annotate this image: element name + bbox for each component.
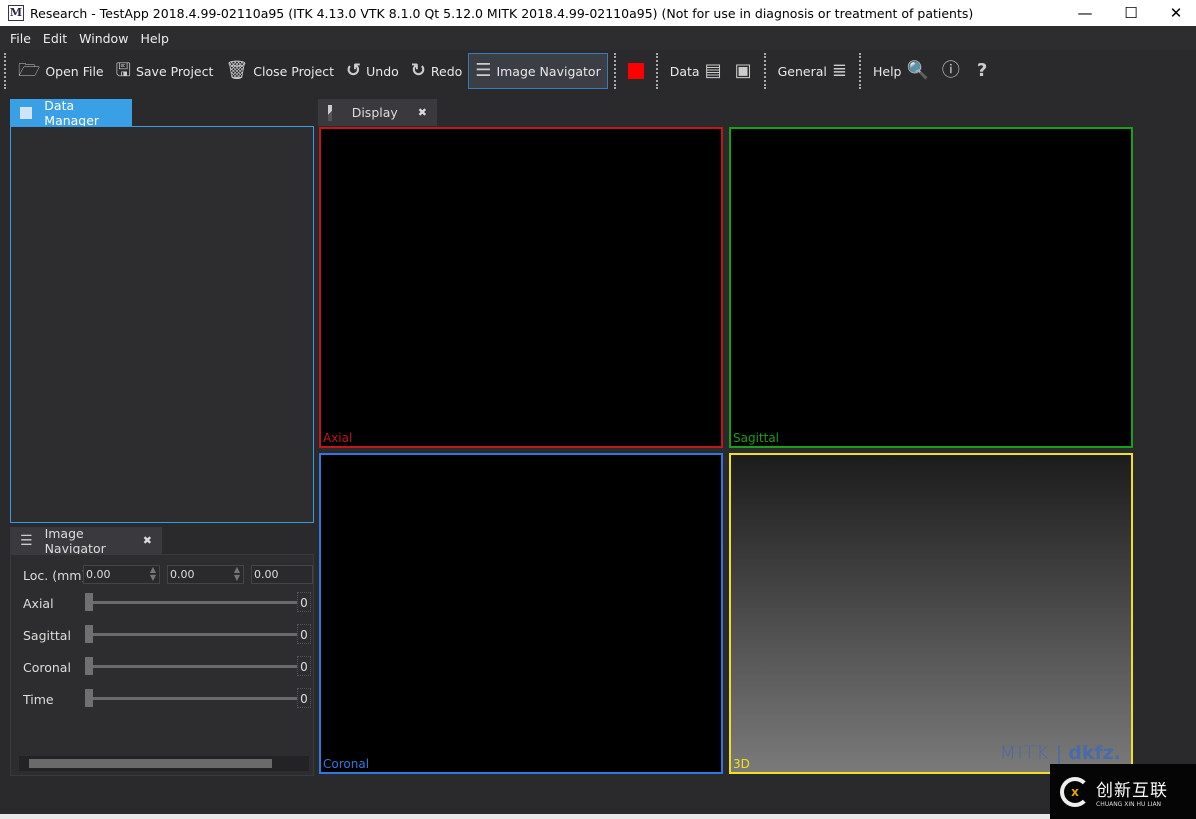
menu-file[interactable]: File bbox=[4, 31, 37, 46]
tab-data-manager[interactable]: Data Manager bbox=[10, 97, 132, 128]
close-tab-icon[interactable]: ✖ bbox=[143, 534, 152, 547]
record-button[interactable] bbox=[622, 53, 650, 89]
coronal-view[interactable]: Coronal bbox=[319, 453, 723, 774]
open-file-label: Open File bbox=[45, 63, 104, 79]
window-title: Research - TestApp 2018.4.99-02110a95 (I… bbox=[30, 5, 974, 21]
image-navigator-label: Image Navigator bbox=[496, 63, 601, 79]
app-logo-icon: M bbox=[8, 5, 24, 21]
watermark-logo-icon: x bbox=[1060, 776, 1090, 807]
redo-icon: ↻ bbox=[410, 60, 426, 81]
toolbar: 🗁 Open File 🖫 Save Project 🗑 Close Project … bbox=[0, 50, 1196, 92]
general-label: General bbox=[777, 63, 827, 79]
horizontal-scrollbar[interactable] bbox=[19, 756, 309, 771]
display-layout-icon bbox=[328, 104, 332, 121]
time-value[interactable]: 0 bbox=[297, 688, 311, 708]
context-help-icon[interactable]: ⓘ bbox=[942, 61, 960, 81]
folder-open-icon: 🗁 bbox=[18, 60, 41, 81]
help-search-icon[interactable]: 🔍 bbox=[906, 61, 928, 81]
log-icon[interactable]: ≣ bbox=[832, 61, 847, 81]
toolbar-separator bbox=[4, 53, 6, 89]
coronal-value[interactable]: 0 bbox=[297, 656, 311, 676]
tab-image-navigator[interactable]: ☰ Image Navigator ✖ bbox=[10, 525, 162, 556]
mitk-dkfz-logo: MITK | dkfz. bbox=[999, 742, 1121, 764]
sagittal-view[interactable]: Sagittal bbox=[729, 127, 1133, 448]
undo-label: Undo bbox=[366, 63, 399, 79]
data-manager-panel[interactable] bbox=[10, 126, 314, 523]
title-bar: M Research - TestApp 2018.4.99-02110a95 … bbox=[0, 0, 1196, 26]
question-mark-icon[interactable]: ? bbox=[977, 61, 987, 81]
sagittal-value[interactable]: 0 bbox=[297, 624, 311, 644]
axial-label: Axial bbox=[23, 595, 54, 611]
help-section: Help 🔍 ⓘ ? bbox=[867, 53, 993, 89]
toolbar-separator bbox=[858, 53, 861, 89]
loc-x-spinbox[interactable]: 0.00 ▲ ▼ bbox=[83, 565, 160, 584]
maximize-button[interactable]: ☐ bbox=[1108, 0, 1154, 26]
record-icon bbox=[627, 63, 644, 79]
redo-label: Redo bbox=[430, 63, 463, 79]
close-tab-icon[interactable]: ✖ bbox=[418, 106, 427, 119]
toolbar-separator bbox=[655, 53, 658, 89]
menu-window[interactable]: Window bbox=[73, 31, 134, 46]
status-bar bbox=[0, 814, 1196, 819]
sliders-icon: ☰ bbox=[20, 532, 33, 549]
open-file-button[interactable]: 🗁 Open File bbox=[12, 53, 110, 89]
data-label: Data bbox=[669, 63, 700, 79]
axial-view[interactable]: Axial bbox=[319, 127, 723, 448]
loc-y-spinbox[interactable]: 0.00 ▲ ▼ bbox=[167, 565, 244, 584]
image-navigator-tab-label: Image Navigator bbox=[44, 525, 106, 556]
time-label: Time bbox=[23, 691, 54, 707]
data-manager-icon bbox=[20, 106, 33, 119]
display-tab-label: Display bbox=[351, 105, 398, 120]
coronal-label: Coronal bbox=[23, 659, 71, 675]
help-label: Help bbox=[872, 63, 902, 79]
menu-bar: File Edit Window Help bbox=[0, 26, 1196, 50]
toolbar-separator bbox=[763, 53, 766, 89]
image-navigator-button[interactable]: ☰ Image Navigator bbox=[468, 53, 608, 89]
redo-button[interactable]: ↻ Redo bbox=[405, 53, 469, 89]
watermark: x 创新互联 CHUANG XIN HU LIAN bbox=[1050, 764, 1196, 819]
general-section: General ≣ bbox=[772, 53, 853, 89]
minimize-button[interactable]: — bbox=[1062, 0, 1108, 26]
archive-box-icon[interactable]: ▣ bbox=[735, 61, 752, 81]
loc-z-spinbox[interactable]: 0.00 bbox=[251, 565, 313, 584]
data-manager-list-icon[interactable]: ▤ bbox=[705, 61, 722, 81]
axial-slider[interactable] bbox=[85, 592, 297, 612]
data-section: Data ▤ ▣ bbox=[664, 53, 758, 89]
loc-label: Loc. (mm) bbox=[23, 567, 87, 583]
undo-button[interactable]: ↺ Undo bbox=[340, 53, 405, 89]
save-project-button[interactable]: 🖫 Save Project bbox=[110, 53, 220, 89]
toolbar-separator bbox=[613, 53, 616, 89]
coronal-view-label: Coronal bbox=[323, 757, 370, 771]
coronal-slider[interactable] bbox=[85, 656, 297, 676]
axial-view-label: Axial bbox=[323, 431, 353, 445]
data-manager-tab-label: Data Manager bbox=[44, 97, 100, 128]
close-button[interactable]: ✕ bbox=[1153, 0, 1196, 26]
time-slider[interactable] bbox=[85, 688, 297, 708]
3d-view[interactable]: 3D MITK | dkfz. bbox=[729, 453, 1133, 774]
trash-icon: 🗑 bbox=[225, 60, 249, 81]
undo-icon: ↺ bbox=[346, 60, 362, 81]
axial-value[interactable]: 0 bbox=[297, 592, 311, 612]
menu-help[interactable]: Help bbox=[134, 31, 175, 46]
scrollbar-thumb[interactable] bbox=[29, 759, 272, 768]
sagittal-slider[interactable] bbox=[85, 624, 297, 644]
3d-view-label: 3D bbox=[733, 757, 750, 771]
tab-display[interactable]: Display ✖ bbox=[318, 99, 437, 126]
close-project-button[interactable]: 🗑 Close Project bbox=[219, 53, 340, 89]
sagittal-view-label: Sagittal bbox=[733, 431, 780, 445]
save-project-label: Save Project bbox=[135, 63, 214, 79]
close-project-label: Close Project bbox=[253, 63, 335, 79]
sliders-icon: ☰ bbox=[475, 60, 492, 81]
sagittal-label: Sagittal bbox=[23, 627, 71, 643]
menu-edit[interactable]: Edit bbox=[37, 31, 73, 46]
save-icon: 🖫 bbox=[115, 60, 131, 81]
